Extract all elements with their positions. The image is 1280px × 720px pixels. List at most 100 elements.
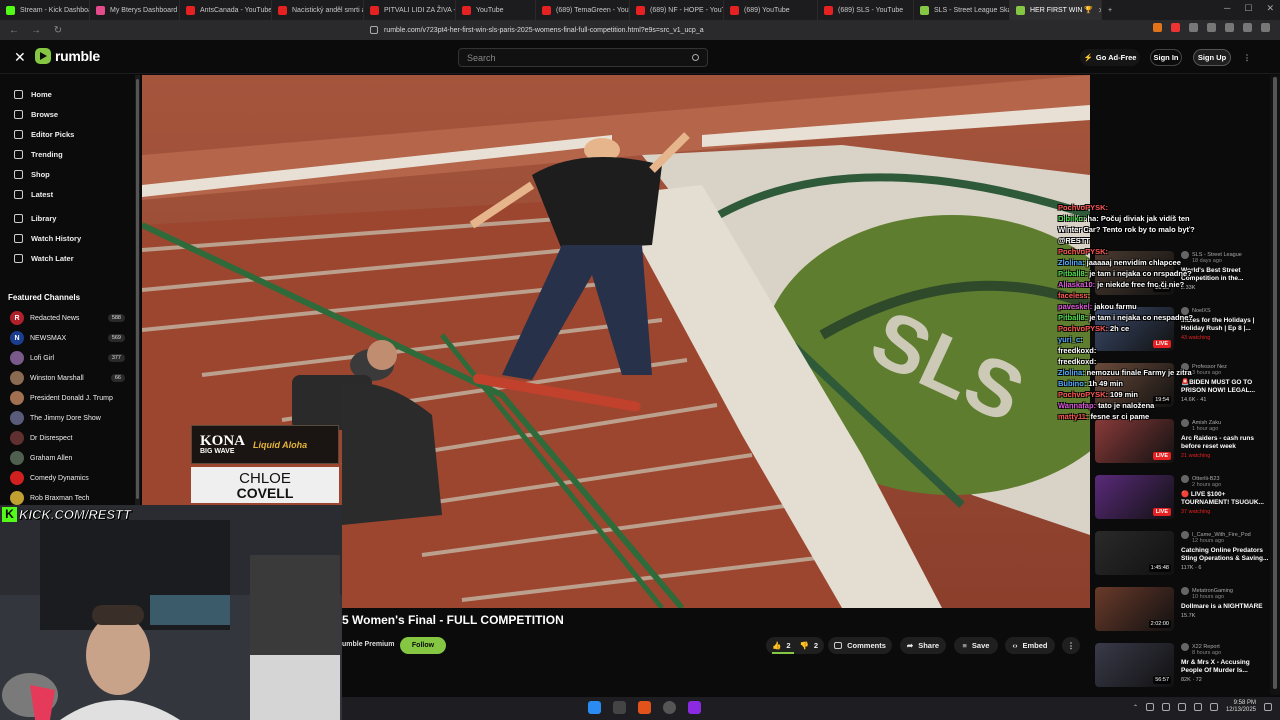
thumbs-down-icon[interactable]: 👎 bbox=[800, 641, 809, 650]
video-title[interactable]: Arc Raiders - cash runs before reset wee… bbox=[1181, 435, 1269, 451]
featured-channel[interactable]: President Donald J. Trump bbox=[10, 391, 125, 405]
video-thumbnail[interactable]: 1:45:48 bbox=[1095, 531, 1174, 575]
browser-tab[interactable]: (689) YouTube bbox=[724, 0, 818, 20]
featured-channel[interactable]: Dr Disrespect bbox=[10, 431, 125, 445]
video-title[interactable]: Dollmare is a NIGHTMARE bbox=[1181, 603, 1269, 611]
featured-channel[interactable]: Comedy Dynamics bbox=[10, 471, 125, 485]
close-icon[interactable]: ✕ bbox=[14, 49, 26, 66]
go-ad-free-button[interactable]: ⚡ Go Ad-Free bbox=[1080, 49, 1140, 66]
url-field[interactable]: rumble.com/v723pt4-her-first-win-sls-par… bbox=[370, 23, 910, 37]
app-icon[interactable] bbox=[688, 701, 701, 714]
sign-in-button[interactable]: Sign In bbox=[1150, 49, 1182, 66]
sidebar-toggle-icon[interactable] bbox=[1207, 23, 1216, 32]
url-text[interactable]: rumble.com/v723pt4-her-first-win-sls-par… bbox=[384, 27, 704, 34]
network-icon[interactable] bbox=[1193, 703, 1202, 711]
video-thumbnail[interactable]: LIVE bbox=[1095, 419, 1174, 463]
sidebar-item-latest[interactable]: Latest bbox=[14, 190, 53, 199]
tray-app2-icon[interactable] bbox=[1161, 703, 1170, 711]
sidebar-scrollbar[interactable] bbox=[135, 75, 140, 505]
more-options-icon[interactable]: ⋮ bbox=[1240, 49, 1254, 66]
video-thumbnail[interactable]: 56:57 bbox=[1095, 643, 1174, 687]
featured-channel[interactable]: Lofi Girl 377 bbox=[10, 351, 125, 365]
extension-icon[interactable] bbox=[1189, 23, 1198, 32]
volume-icon[interactable] bbox=[1209, 703, 1218, 711]
featured-channel[interactable]: Winston Marshall 66 bbox=[10, 371, 125, 385]
forward-icon[interactable]: → bbox=[30, 25, 42, 36]
featured-channel[interactable]: The Jimmy Dore Show bbox=[10, 411, 125, 425]
embed-button[interactable]: ‹› Embed bbox=[1005, 637, 1055, 654]
featured-channel[interactable]: N NEWSMAX 569 bbox=[10, 331, 125, 345]
browser-tab[interactable]: AntsCanada - YouTube bbox=[180, 0, 272, 20]
sidebar-item-watch-history[interactable]: Watch History bbox=[14, 234, 81, 243]
browser-tab[interactable]: Stream - Kick Dashboard bbox=[0, 0, 90, 20]
video-thumbnail[interactable]: 2:02:00 bbox=[1095, 587, 1174, 631]
minimize-icon[interactable]: ─ bbox=[1224, 3, 1230, 14]
site-info-icon[interactable] bbox=[370, 26, 378, 34]
sidebar-item-watch-later[interactable]: Watch Later bbox=[14, 254, 74, 263]
sidebar-scrollbar-thumb[interactable] bbox=[136, 79, 139, 499]
sidebar-item-home[interactable]: Home bbox=[14, 90, 52, 99]
rumble-logo[interactable]: rumble bbox=[35, 48, 100, 64]
search-box[interactable] bbox=[458, 48, 708, 67]
dislike-count: 2 bbox=[813, 641, 819, 650]
video-title[interactable]: Catching Online Predators Sting Operatio… bbox=[1181, 547, 1269, 563]
video-title[interactable]: Mr & Mrs X - Accusing People Of Murder I… bbox=[1181, 659, 1269, 675]
tray-app3-icon[interactable] bbox=[1177, 703, 1186, 711]
menu-icon[interactable] bbox=[1261, 23, 1270, 32]
browser-tab[interactable]: YouTube bbox=[456, 0, 536, 20]
save-button[interactable]: ≡ Save bbox=[954, 637, 998, 654]
brave-browser-icon[interactable] bbox=[638, 701, 651, 714]
page-scrollbar[interactable] bbox=[1270, 75, 1280, 695]
search-input[interactable] bbox=[467, 52, 692, 63]
browser-tab[interactable]: (689) SLS - YouTube bbox=[818, 0, 914, 20]
channel-name[interactable]: umble Premium bbox=[342, 641, 395, 648]
thumbs-up-icon[interactable]: 👍 bbox=[772, 641, 781, 650]
search-icon[interactable] bbox=[692, 54, 699, 61]
follow-button[interactable]: Follow bbox=[400, 637, 446, 654]
share-button[interactable]: ➦ Share bbox=[900, 637, 946, 654]
tray-app-icon[interactable] bbox=[1145, 703, 1154, 711]
browser-tab[interactable]: (689) TemaGreen - YouTube bbox=[536, 0, 630, 20]
reload-icon[interactable]: ↻ bbox=[52, 25, 64, 36]
rewards-icon[interactable] bbox=[1171, 23, 1180, 32]
sidebar-item-shop[interactable]: Shop bbox=[14, 170, 50, 179]
downloads-icon[interactable] bbox=[1225, 23, 1234, 32]
video-thumbnail[interactable]: LIVE bbox=[1095, 475, 1174, 519]
browser-tab[interactable]: My Bterys Dashboard bbox=[90, 0, 180, 20]
video-title[interactable]: 🔴 LIVE $100+ TOURNAMENT! TSUGUK... bbox=[1181, 491, 1269, 507]
close-window-icon[interactable]: ✕ bbox=[1266, 3, 1274, 14]
sidebar-item-library[interactable]: Library bbox=[14, 214, 56, 223]
start-icon[interactable] bbox=[588, 701, 601, 714]
sidebar-item-editor-picks[interactable]: Editor Picks bbox=[14, 130, 74, 139]
task-view-icon[interactable] bbox=[613, 701, 626, 714]
chevron-up-icon[interactable]: ⌃ bbox=[1133, 704, 1138, 711]
notifications-icon[interactable] bbox=[1264, 703, 1272, 711]
new-tab-icon[interactable]: + bbox=[1102, 0, 1118, 20]
wallet-icon[interactable] bbox=[1243, 23, 1252, 32]
recommended-video[interactable]: LIVE Otterlii-B23 2 hours ago 🔴 LIVE $100+ … bbox=[1095, 475, 1267, 527]
featured-channel[interactable]: Rob Braxman Tech bbox=[10, 491, 125, 505]
comments-button[interactable]: Comments bbox=[828, 637, 892, 654]
sidebar-item-trending[interactable]: Trending bbox=[14, 150, 63, 159]
browser-tab[interactable]: PITVALI LIDI ZA ŽIVA - Jeho bbox=[364, 0, 456, 20]
obs-icon[interactable] bbox=[663, 701, 676, 714]
browser-tab[interactable]: SLS - Street League Skatebo bbox=[914, 0, 1010, 20]
recommended-video[interactable]: 2:02:00 MetatronGaming 10 hours ago Dollmar… bbox=[1095, 587, 1267, 639]
recommended-video[interactable]: 1:45:48 I_Came_With_Fire_Pod 12 hours ago C… bbox=[1095, 531, 1269, 583]
featured-channel[interactable]: R Redacted News 588 bbox=[10, 311, 125, 325]
more-actions-icon[interactable]: ⋮ bbox=[1062, 637, 1080, 654]
recommended-video[interactable]: 56:57 X22 Report 8 hours ago Mr & Mrs X - A… bbox=[1095, 643, 1267, 695]
browser-tab[interactable]: Nacistický anděl smrti a jeho bbox=[272, 0, 364, 20]
brave-shield-icon[interactable] bbox=[1153, 23, 1162, 32]
featured-channel[interactable]: Graham Allen bbox=[10, 451, 125, 465]
page-scrollbar-thumb[interactable] bbox=[1273, 77, 1277, 689]
chat-username: matty11: bbox=[1058, 412, 1089, 421]
back-icon[interactable]: ← bbox=[8, 25, 20, 36]
sign-up-button[interactable]: Sign Up bbox=[1193, 49, 1231, 66]
browser-tab[interactable]: (689) NF - HOPE - YouTube bbox=[630, 0, 724, 20]
recommended-video[interactable]: LIVE Amish Zaku 1 hour ago Arc Raiders - ca… bbox=[1095, 419, 1267, 471]
sidebar-item-browse[interactable]: Browse bbox=[14, 110, 58, 119]
browser-tab[interactable]: HER FIRST WIN 🏆✕ bbox=[1010, 0, 1102, 20]
maximize-icon[interactable]: ☐ bbox=[1244, 3, 1252, 14]
clock[interactable]: 9:58 PM 12/13/2025 bbox=[1226, 700, 1256, 714]
